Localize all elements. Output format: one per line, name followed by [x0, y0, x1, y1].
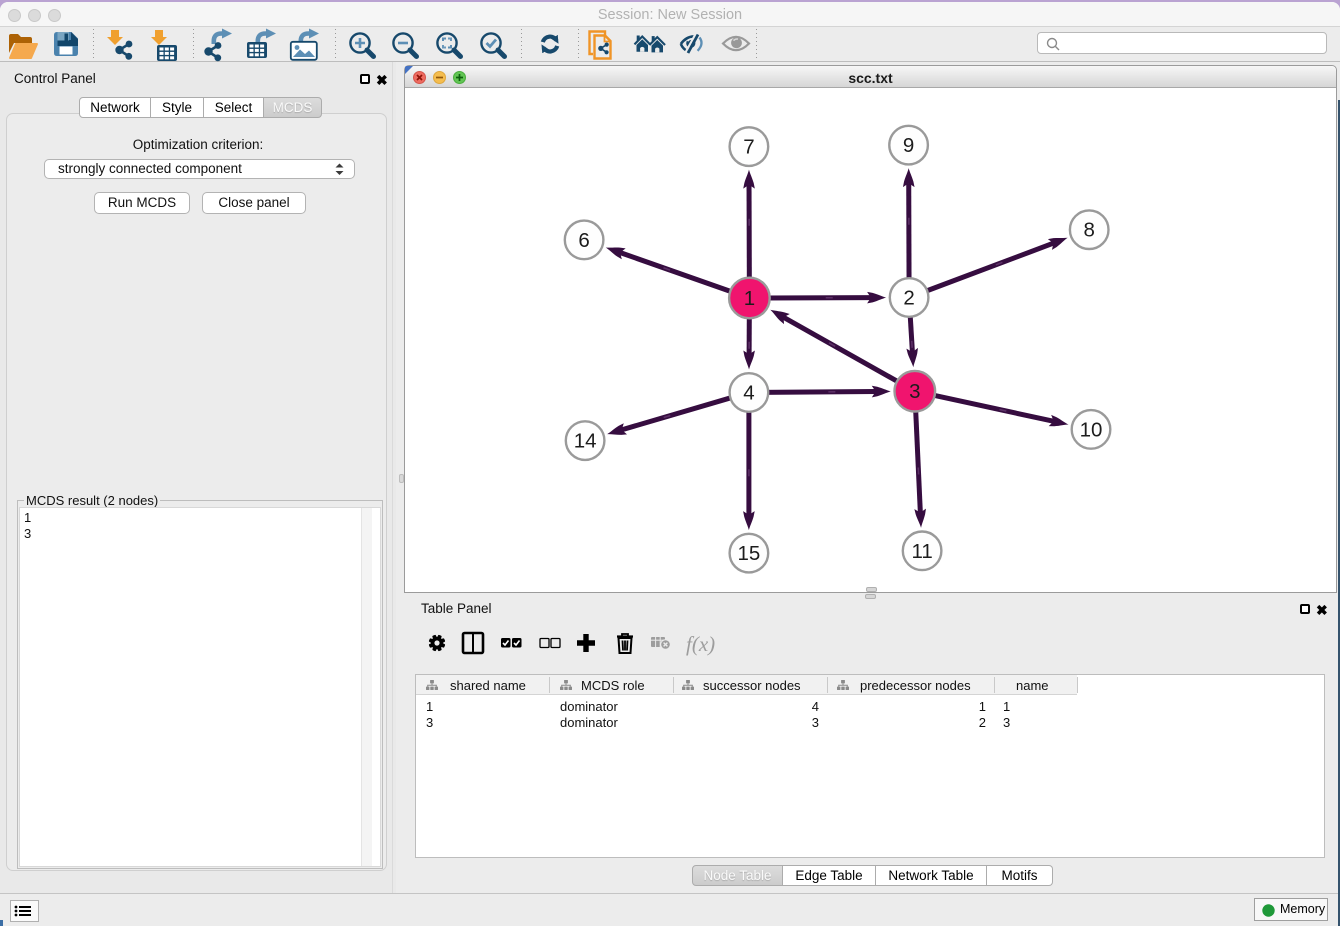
svg-text:2: 2 — [903, 287, 914, 310]
svg-text:15: 15 — [737, 542, 760, 565]
svg-text:7: 7 — [743, 136, 754, 159]
svg-text:8: 8 — [1083, 219, 1094, 242]
svg-text:10: 10 — [1080, 418, 1103, 441]
svg-text:f(x): f(x) — [686, 632, 715, 656]
svg-text:4: 4 — [743, 382, 754, 405]
svg-text:9: 9 — [903, 134, 914, 157]
svg-text:6: 6 — [578, 229, 589, 252]
svg-text:1: 1 — [744, 287, 755, 310]
svg-text:14: 14 — [574, 430, 597, 453]
svg-text:11: 11 — [911, 540, 932, 563]
svg-text:3: 3 — [909, 380, 920, 403]
